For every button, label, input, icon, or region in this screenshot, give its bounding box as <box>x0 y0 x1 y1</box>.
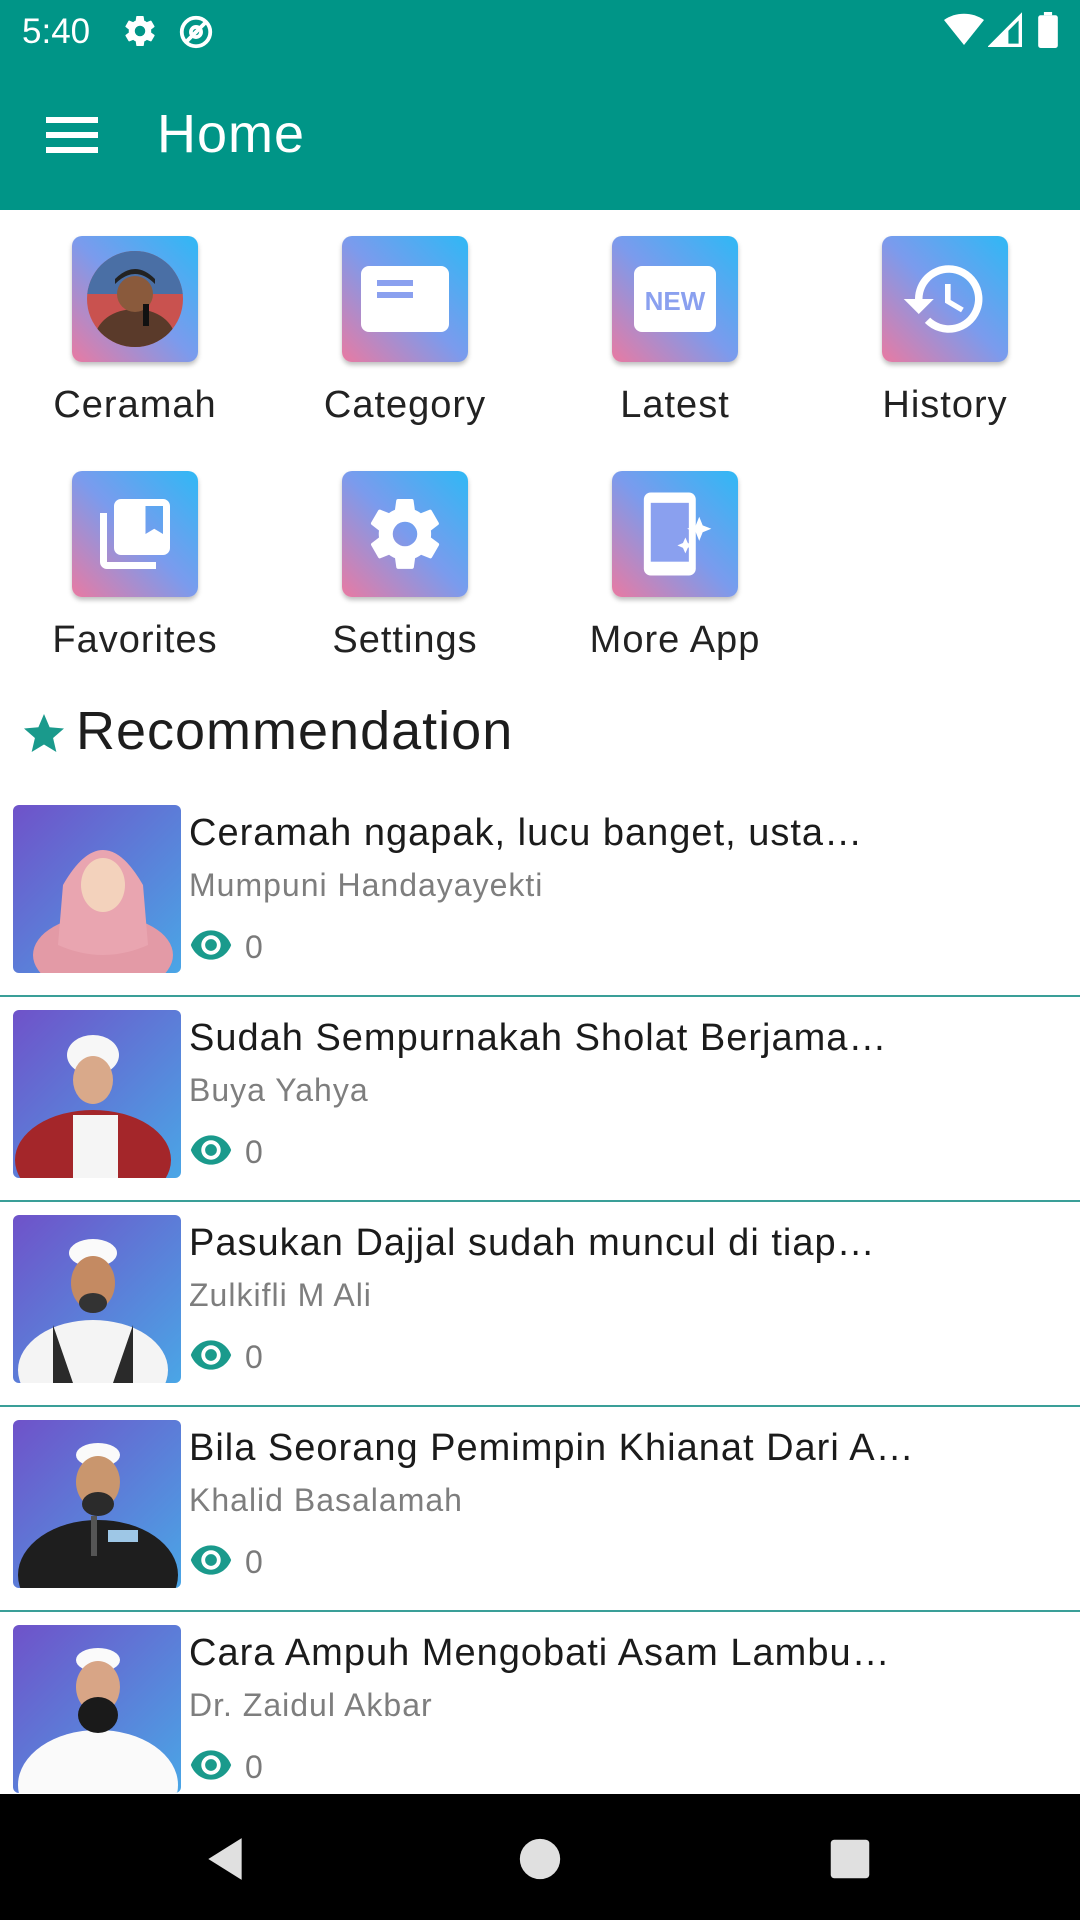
list-item[interactable]: Ceramah ngapak, lucu banget, usta… Mumpu… <box>0 792 1080 997</box>
menu-item-label: More App <box>589 619 761 661</box>
menu-item-label: Ceramah <box>53 384 217 426</box>
list-item[interactable]: Pasukan Dajjal sudah muncul di tiap… Zul… <box>0 1202 1080 1407</box>
list-item[interactable]: Sudah Sempurnakah Sholat Berjama… Buya Y… <box>0 997 1080 1202</box>
bookmark-icon <box>72 471 198 597</box>
menu-item-category[interactable]: Category <box>270 236 540 436</box>
section-title: Recommendation <box>76 701 514 761</box>
video-title: Ceramah ngapak, lucu banget, usta… <box>189 812 864 854</box>
menu-item-settings[interactable]: Settings <box>270 471 540 671</box>
menu-item-ceramah[interactable]: Ceramah <box>0 236 270 436</box>
signal-icon <box>987 12 1022 53</box>
video-title: Sudah Sempurnakah Sholat Berjama… <box>189 1017 888 1059</box>
gear-icon <box>122 13 158 54</box>
new-icon: NEW <box>612 236 738 362</box>
view-count: 0 <box>189 1337 263 1377</box>
view-count-value: 0 <box>245 928 263 965</box>
more-app-icon <box>612 471 738 597</box>
list-item[interactable]: Cara Ampuh Mengobati Asam Lambu… Dr. Zai… <box>0 1612 1080 1817</box>
video-thumbnail <box>13 1420 181 1588</box>
hamburger-menu-icon[interactable] <box>36 103 108 167</box>
video-author: Zulkifli M Ali <box>189 1277 372 1313</box>
menu-item-label: Latest <box>620 384 730 426</box>
view-count: 0 <box>189 1747 263 1787</box>
video-author: Khalid Basalamah <box>189 1482 463 1518</box>
star-icon <box>20 710 68 763</box>
menu-item-favorites[interactable]: Favorites <box>0 471 270 671</box>
eye-icon <box>189 1339 233 1375</box>
video-title: Bila Seorang Pemimpin Khianat Dari A… <box>189 1427 915 1469</box>
video-thumbnail <box>13 1215 181 1383</box>
video-author: Mumpuni Handayayekti <box>189 867 544 903</box>
video-author: Buya Yahya <box>189 1072 369 1108</box>
view-count: 0 <box>189 1542 263 1582</box>
view-count-value: 0 <box>245 1133 263 1170</box>
eye-icon <box>189 1134 233 1170</box>
menu-item-more-app[interactable]: More App <box>540 471 810 671</box>
recents-icon[interactable] <box>815 1824 885 1894</box>
view-count: 0 <box>189 1132 263 1172</box>
menu-item-label: Category <box>323 384 487 426</box>
video-thumbnail <box>13 1625 181 1793</box>
gear-icon <box>342 471 468 597</box>
status-bar: 5:40 <box>0 0 1080 63</box>
svg-text:NEW: NEW <box>645 286 706 316</box>
eye-icon <box>189 929 233 965</box>
video-thumbnail <box>13 805 181 973</box>
at-icon <box>177 13 215 56</box>
menu-item-label: Favorites <box>52 619 218 661</box>
view-count-value: 0 <box>245 1543 263 1580</box>
view-count-value: 0 <box>245 1338 263 1375</box>
view-count: 0 <box>189 927 263 967</box>
back-icon[interactable] <box>190 1824 260 1894</box>
category-icon <box>342 236 468 362</box>
status-time: 5:40 <box>22 12 91 51</box>
eye-icon <box>189 1544 233 1580</box>
view-count-value: 0 <box>245 1748 263 1785</box>
wifi-icon <box>944 12 984 53</box>
home-icon[interactable] <box>505 1824 575 1894</box>
page-title: Home <box>157 104 306 164</box>
system-nav-bar <box>0 1794 1080 1920</box>
video-author: Dr. Zaidul Akbar <box>189 1687 433 1723</box>
ceramah-photo-icon <box>72 236 198 362</box>
menu-item-label: History <box>882 384 1008 426</box>
menu-item-history[interactable]: History <box>810 236 1080 436</box>
app-bar: Home <box>0 63 1080 210</box>
menu-item-label: Settings <box>332 619 478 661</box>
eye-icon <box>189 1749 233 1785</box>
video-thumbnail <box>13 1010 181 1178</box>
video-title: Pasukan Dajjal sudah muncul di tiap… <box>189 1222 876 1264</box>
video-title: Cara Ampuh Mengobati Asam Lambu… <box>189 1632 891 1674</box>
menu-item-latest[interactable]: NEW Latest <box>540 236 810 436</box>
history-icon <box>882 236 1008 362</box>
list-item[interactable]: Bila Seorang Pemimpin Khianat Dari A… Kh… <box>0 1407 1080 1612</box>
battery-icon <box>1038 12 1058 53</box>
